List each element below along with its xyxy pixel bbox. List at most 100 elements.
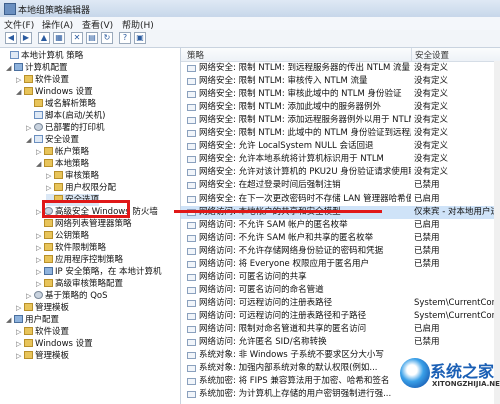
policy-row[interactable]: 网络访问: 不允许存储网络身份验证的密码和凭据 已禁用 — [181, 245, 500, 258]
console-tree: 本地计算机 策略 ◢ 计算机配置 ▷ 软件设置 ◢ Windows 设置 域名解析策略… — [0, 48, 181, 404]
tree-item-security-settings[interactable]: ◢ 安全设置 — [26, 134, 79, 146]
delete-icon[interactable]: ✕ — [71, 32, 83, 44]
policy-setting: 已启用 — [414, 324, 440, 334]
folder-icon — [24, 327, 33, 335]
policy-row[interactable]: 网络访问: 可远程访问的注册表路径和子路径 System\CurrentContr… — [181, 310, 500, 323]
tree-item-scripts[interactable]: 脚本(启动/关机) — [26, 110, 106, 122]
export-icon[interactable]: ▣ — [134, 32, 146, 44]
policy-item-icon — [187, 273, 196, 281]
tree-item-account-policies[interactable]: ▷ 帐户策略 — [36, 146, 89, 158]
policy-item-icon — [187, 182, 196, 190]
ipsec-icon — [44, 267, 53, 275]
policy-name: 系统加密: 为计算机上存储的用户密钥强制进行强... — [199, 389, 392, 400]
policy-name: 网络访问: 限制对命名管道和共享的匿名访问 — [199, 324, 367, 334]
policy-item-icon — [187, 299, 196, 307]
user-icon — [14, 315, 23, 323]
column-setting[interactable]: 安全设置 — [415, 49, 449, 61]
folder-icon — [44, 147, 53, 155]
script-icon — [34, 111, 43, 119]
policy-setting: 已禁用 — [414, 337, 440, 348]
policy-row[interactable]: 网络安全: 允许 LocalSystem NULL 会话回退 没有定义 — [181, 140, 500, 153]
forward-icon[interactable]: ▶ — [20, 32, 32, 44]
tree-item-qos[interactable]: ▷ 基于策略的 QoS — [26, 290, 108, 302]
policy-row[interactable]: 网络访问: 可匿名访问的共享 — [181, 271, 500, 284]
tree-item-admin-templates[interactable]: ▷ 管理模板 — [16, 302, 69, 314]
tree-item-windows-settings[interactable]: ◢ Windows 设置 — [16, 86, 93, 98]
policy-item-icon — [187, 169, 196, 177]
back-icon[interactable]: ◀ — [5, 32, 17, 44]
show-hide-tree-icon[interactable]: ▦ — [53, 32, 65, 44]
watermark-text: 系统之家 — [430, 362, 495, 381]
policy-setting: 没有定义 — [414, 128, 449, 139]
tree-item-app-control[interactable]: ▷ 应用程序控制策略 — [36, 254, 123, 266]
policy-row[interactable]: 网络安全: 限制 NTLM: 添加远程服务器例外以用于 NTLM 身份验证没有定… — [181, 114, 500, 127]
policy-item-icon — [187, 365, 196, 373]
tree-item-local-policy[interactable]: 本地计算机 策略 — [2, 50, 83, 62]
tree-item-user-software-settings[interactable]: ▷ 软件设置 — [16, 326, 69, 338]
tree-item-software-restriction[interactable]: ▷ 软件限制策略 — [36, 242, 106, 254]
tree-item-user-rights[interactable]: ▷ 用户权限分配 — [46, 182, 116, 194]
policy-row[interactable]: 网络访问: 可匿名访问的命名管道 — [181, 284, 500, 297]
tree-item-local-policies[interactable]: ◢ 本地策略 — [36, 158, 89, 170]
column-header: 策略 安全设置 — [181, 48, 500, 62]
policy-item-icon — [187, 130, 196, 138]
policy-setting: 已启用 — [414, 193, 440, 204]
tree-item-user-config[interactable]: ◢ 用户配置 — [6, 314, 59, 326]
tree-item-printers[interactable]: ▷ 已部署的打印机 — [26, 122, 105, 134]
policy-item-icon — [187, 286, 196, 294]
policy-name: 网络安全: 限制 NTLM: 添加远程服务器例外以用于 NTLM 身份验证 — [199, 115, 411, 126]
tree-item-user-windows-settings[interactable]: ▷ Windows 设置 — [16, 338, 93, 350]
tree-item-network-list[interactable]: 网络列表管理器策略 — [36, 218, 132, 230]
policy-setting: 没有定义 — [414, 154, 449, 165]
policy-row[interactable]: 网络安全: 允许对该计算机的 PKU2U 身份验证请求使用联... 没有定义 — [181, 166, 500, 179]
policy-row[interactable]: 网络访问: 限制对命名管道和共享的匿名访问 已启用 — [181, 323, 500, 336]
folder-icon — [44, 243, 53, 251]
policy-name: 网络访问: 可远程访问的注册表路径 — [199, 297, 333, 308]
policy-row[interactable]: 网络安全: 在下一次更改密码时不存储 LAN 管理器哈希值 已启用 — [181, 193, 500, 206]
policy-row[interactable]: 网络安全: 允许本地系统将计算机标识用于 NTLM 没有定义 — [181, 153, 500, 166]
policy-setting: 没有定义 — [414, 115, 449, 126]
policy-row[interactable]: 网络安全: 限制 NTLM: 此域中的 NTLM 身份验证到远程服务器...没有… — [181, 127, 500, 140]
folder-icon — [44, 219, 53, 227]
policy-row[interactable]: 网络访问: 可远程访问的注册表路径 System\CurrentContro... — [181, 297, 500, 310]
policy-row[interactable]: 网络安全: 限制 NTLM: 审核此域中的 NTLM 身份验证 没有定义 — [181, 88, 500, 101]
refresh-icon[interactable]: ↻ — [101, 32, 113, 44]
tree-item-audit-policy[interactable]: ▷ 审核策略 — [46, 170, 99, 182]
folder-icon — [24, 351, 33, 359]
up-icon[interactable]: ▲ — [38, 32, 50, 44]
tree-item-software-settings[interactable]: ▷ 软件设置 — [16, 74, 69, 86]
tree-item-user-admin-templates[interactable]: ▷ 管理模板 — [16, 350, 69, 362]
tree-item-name-resolution[interactable]: 域名解析策略 — [26, 98, 96, 110]
folder-icon — [44, 159, 53, 167]
column-divider[interactable] — [411, 48, 412, 61]
folder-icon — [24, 75, 33, 83]
policy-setting: 没有定义 — [414, 167, 449, 178]
tree-item-advanced-audit[interactable]: ▷ 高级审核策略配置 — [36, 278, 123, 290]
policy-row[interactable]: 网络访问: 将 Everyone 权限应用于匿名用户 已禁用 — [181, 258, 500, 271]
policy-item-icon — [187, 352, 196, 360]
policy-row[interactable]: 网络安全: 在超过登录时间后强制注销 已禁用 — [181, 179, 500, 192]
policy-row[interactable]: 网络安全: 限制 NTLM: 到远程服务器的传出 NTLM 流量 没有定义 — [181, 62, 500, 75]
tree-item-ipsec[interactable]: ▷ IP 安全策略，在 本地计算机 — [36, 266, 162, 278]
policy-row[interactable]: 网络访问: 不允许 SAM 帐户的匿名枚举 已启用 — [181, 219, 500, 232]
policy-row[interactable]: 网络访问: 允许匿名 SID/名称转换 已禁用 — [181, 336, 500, 349]
help-icon[interactable]: ? — [119, 32, 131, 44]
tree-item-computer-config[interactable]: ◢ 计算机配置 — [6, 62, 68, 74]
policy-row[interactable]: 网络安全: 限制 NTLM: 添加此域中的服务器例外 没有定义 — [181, 101, 500, 114]
policy-item-icon — [187, 221, 196, 229]
tree-item-public-key[interactable]: ▷ 公钥策略 — [36, 230, 89, 242]
policy-row[interactable]: 网络访问: 不允许 SAM 帐户和共享的匿名枚举 已禁用 — [181, 232, 500, 245]
policy-row[interactable]: 网络安全: 限制 NTLM: 审核传入 NTLM 流量 没有定义 — [181, 75, 500, 88]
menu-bar: 文件(F) 操作(A) 查看(V) 帮助(H) — [0, 17, 500, 31]
properties-icon[interactable]: ▤ — [86, 32, 98, 44]
policy-item-icon — [187, 195, 196, 203]
policy-item-icon — [187, 378, 196, 386]
policy-name: 系统加密: 将 FIPS 兼容算法用于加密、哈希和签名 — [199, 376, 390, 387]
column-policy[interactable]: 策略 — [187, 49, 204, 61]
policy-name: 网络访问: 将 Everyone 权限应用于匿名用户 — [199, 258, 369, 269]
policy-name: 网络安全: 限制 NTLM: 到远程服务器的传出 NTLM 流量 — [199, 63, 410, 73]
policy-name: 网络安全: 限制 NTLM: 添加此域中的服务器例外 — [199, 102, 381, 113]
folder-icon — [24, 339, 33, 347]
folder-icon — [44, 279, 53, 287]
policy-name: 网络安全: 在超过登录时间后强制注销 — [199, 180, 341, 191]
